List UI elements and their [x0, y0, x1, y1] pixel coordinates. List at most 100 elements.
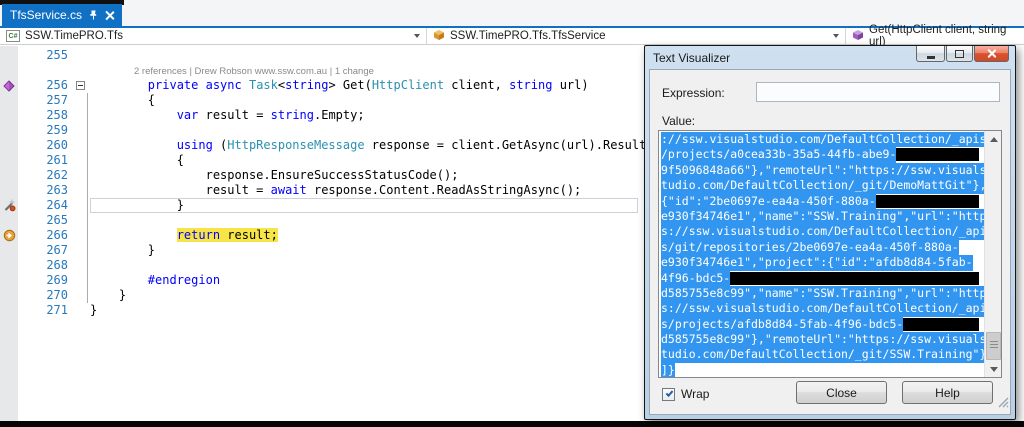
- selected-text: ]}: [661, 363, 675, 378]
- glyph-margin-cell[interactable]: [0, 243, 18, 258]
- line-number: 266: [18, 228, 74, 243]
- window-controls: [915, 46, 1009, 62]
- glyph-margin-cell[interactable]: [0, 168, 18, 183]
- scroll-up-arrow-icon[interactable]: [985, 131, 1002, 147]
- glyph-margin-cell[interactable]: [0, 153, 18, 168]
- code-token: HttpClient: [372, 78, 444, 92]
- code-token: #endregion: [148, 273, 220, 287]
- code-token: result =: [198, 108, 270, 122]
- code-token: [90, 138, 177, 152]
- close-window-button[interactable]: [974, 46, 1009, 62]
- code-token: response.Content.ReadAsStringAsync();: [307, 183, 582, 197]
- breakpoint-diamond-icon[interactable]: [0, 78, 18, 93]
- line-number: 264: [18, 198, 74, 213]
- code-token: string: [271, 108, 314, 122]
- line-number: 259: [18, 123, 74, 138]
- line-number: 258: [18, 108, 74, 123]
- selected-text: tudio.com/DefaultCollection/_git/DemoMat…: [661, 178, 986, 193]
- value-line: ]}: [661, 363, 983, 378]
- value-line: s://ssw.visualstudio.com/DefaultCollecti…: [661, 301, 983, 316]
- chevron-down-icon: [414, 34, 420, 38]
- member-dropdown[interactable]: Get(HttpClient client, string url): [846, 28, 1024, 44]
- codelens-info[interactable]: 2 references | Drew Robson www.ssw.com.a…: [90, 66, 374, 77]
- code-token: (: [213, 138, 227, 152]
- value-text-area[interactable]: ://ssw.visualstudio.com/DefaultCollectio…: [658, 130, 1002, 378]
- line-number: 268: [18, 258, 74, 273]
- value-line: s/git/repositories/2be0697e-ea4a-450f-88…: [661, 240, 983, 255]
- selected-text: tudio.com/DefaultCollection/_git/SSW.Tra…: [661, 347, 986, 362]
- quick-action-wand-icon[interactable]: [0, 198, 18, 213]
- line-number: 270: [18, 288, 74, 303]
- selected-text: s://ssw.visualstudio.com/DefaultCollecti…: [661, 301, 986, 316]
- chevron-down-icon: [833, 34, 839, 38]
- code-token: url): [552, 78, 588, 92]
- vertical-scrollbar[interactable]: [984, 131, 1001, 377]
- pin-icon[interactable]: [89, 10, 98, 20]
- glyph-margin-cell[interactable]: [0, 108, 18, 123]
- glyph-margin-cell[interactable]: [0, 288, 18, 303]
- code-token: [90, 273, 148, 287]
- outlining-scope-line: [87, 93, 88, 303]
- value-line: /projects/a0cea33b-35a5-44fb-abe9-: [661, 147, 983, 162]
- glyph-margin-cell[interactable]: [0, 183, 18, 198]
- line-number: 265: [18, 213, 74, 228]
- line-number: 262: [18, 168, 74, 183]
- outlining-margin-cell: [74, 63, 90, 78]
- code-token: response.EnsureSuccessStatusCode();: [90, 168, 458, 182]
- close-button[interactable]: Close: [796, 381, 887, 404]
- glyph-margin-cell[interactable]: [0, 138, 18, 153]
- code-token: [90, 108, 177, 122]
- code-token: await: [271, 183, 307, 197]
- maximize-button[interactable]: [946, 46, 973, 62]
- resize-grip[interactable]: [997, 395, 1009, 413]
- dialog-body: Expression: Value: ://ssw.visualstudio.c…: [649, 69, 1011, 415]
- code-token: result =: [90, 183, 271, 197]
- expression-input[interactable]: [756, 82, 1000, 102]
- glyph-margin-cell[interactable]: [0, 273, 18, 288]
- document-tab-strip: TfsService.cs: [0, 0, 1024, 26]
- code-text[interactable]: }: [90, 198, 638, 213]
- value-label: Value:: [662, 114, 695, 128]
- glyph-margin-cell[interactable]: [0, 213, 18, 228]
- glyph-margin-cell[interactable]: [0, 303, 18, 318]
- tab-tfsservice[interactable]: TfsService.cs: [2, 4, 122, 26]
- visual-studio-window: TfsService.cs C# SSW.TimePRO.Tfs SSW.Tim…: [0, 0, 1024, 427]
- outlining-margin-cell[interactable]: [74, 78, 90, 93]
- selected-text: /projects/a0cea33b-35a5-44fb-abe9-: [661, 147, 896, 162]
- value-line: s/projects/afdb8d84-5fab-4f96-bdc5-: [661, 317, 983, 332]
- close-tab-icon[interactable]: [105, 11, 114, 20]
- glyph-margin-cell[interactable]: [0, 63, 18, 78]
- selected-text: ://ssw.visualstudio.com/DefaultCollectio…: [661, 132, 986, 147]
- project-dropdown[interactable]: C# SSW.TimePRO.Tfs: [0, 28, 427, 44]
- tab-title: TfsService.cs: [10, 8, 82, 22]
- expression-label: Expression:: [662, 86, 725, 100]
- code-token: [242, 78, 249, 92]
- selected-text: d585755e8c99"},"remoteUrl":"https://ssw.…: [661, 332, 986, 347]
- minimize-button[interactable]: [916, 46, 945, 62]
- code-token: response = client.GetAsync(url).Result): [365, 138, 654, 152]
- code-token: }: [90, 198, 184, 212]
- editor-navigation-bar: C# SSW.TimePRO.Tfs SSW.TimePRO.Tfs.TfsSe…: [0, 28, 1024, 45]
- code-token: [90, 78, 148, 92]
- code-token: using: [177, 138, 213, 152]
- value-line: e930f34746e1","project":{"id":"afdb8d84-…: [661, 255, 983, 270]
- collapse-region-icon[interactable]: [76, 81, 85, 90]
- value-line: d585755e8c99"},"remoteUrl":"https://ssw.…: [661, 332, 983, 347]
- scrollbar-thumb[interactable]: [986, 332, 1001, 360]
- line-number: 256: [18, 78, 74, 93]
- selected-text: e930f34746e1","name":"SSW.Training","url…: [661, 209, 986, 224]
- code-token: Task: [249, 78, 278, 92]
- scroll-down-arrow-icon[interactable]: [985, 361, 1002, 377]
- line-number: 269: [18, 273, 74, 288]
- help-button[interactable]: Help: [902, 381, 993, 404]
- glyph-margin-cell[interactable]: [0, 48, 18, 63]
- minimize-icon: [927, 56, 935, 59]
- wrap-checkbox[interactable]: [662, 388, 675, 401]
- glyph-margin-cell[interactable]: [0, 123, 18, 138]
- glyph-margin-cell[interactable]: [0, 258, 18, 273]
- type-dropdown[interactable]: SSW.TimePRO.Tfs.TfsService: [427, 28, 846, 44]
- glyph-margin-cell[interactable]: [0, 93, 18, 108]
- current-event-arrow-icon[interactable]: [0, 228, 18, 243]
- code-token: string: [509, 78, 552, 92]
- redacted-block: [876, 195, 979, 208]
